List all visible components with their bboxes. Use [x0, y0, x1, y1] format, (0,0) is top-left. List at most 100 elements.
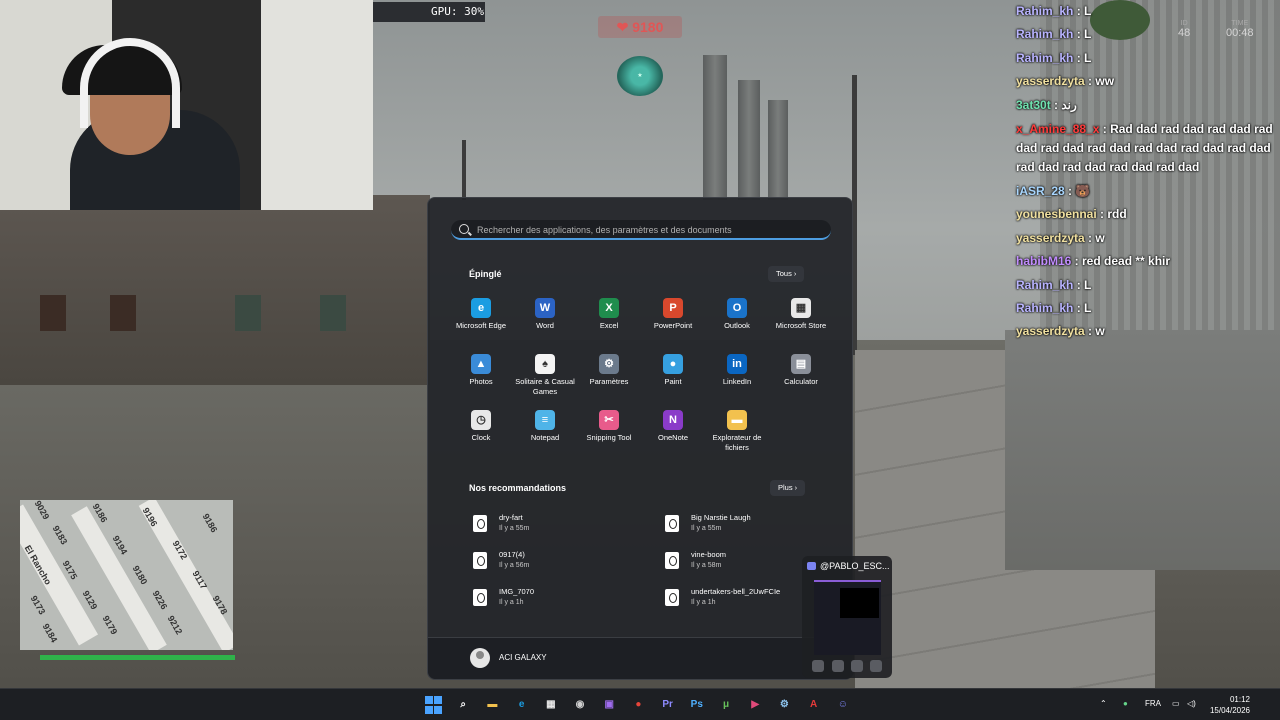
building-window — [40, 295, 66, 331]
pinned-app-label: Snipping Tool — [586, 433, 632, 442]
discord-stream-overlay[interactable]: @PABLO_ESC... — [802, 556, 892, 678]
recommended-item[interactable]: dry-fart Il y a 55m — [473, 511, 633, 541]
audio-file-icon — [473, 589, 487, 606]
all-apps-button[interactable]: Tous › — [768, 266, 805, 282]
pinned-app-label: Word — [536, 321, 554, 330]
taskbar-twitch-icon[interactable]: ▣ — [599, 695, 619, 715]
chat-text: w — [1095, 230, 1105, 245]
linkedin-icon: in — [727, 354, 747, 374]
chat-username: Rahim_kh — [1016, 277, 1074, 292]
taskbar-utorrent-icon[interactable]: μ — [716, 695, 736, 715]
taskbar-search-icon[interactable]: ⌕ — [453, 695, 473, 715]
street-lamp — [462, 140, 466, 200]
more-button[interactable]: Plus › — [770, 480, 806, 496]
network-icon[interactable]: ▭ — [1172, 699, 1180, 708]
pinned-app-explorateur-de-fichiers[interactable]: ▬ Explorateur de fichiers — [705, 410, 769, 453]
pinned-app-paint[interactable]: ● Paint — [641, 354, 705, 387]
taskbar-clock[interactable]: 01:12 15/04/2026 — [1210, 694, 1250, 716]
pinned-app-label: Excel — [599, 321, 619, 330]
minimap: 9029 9186 9196 9186 9183 9194 9172 9175 9180 9117… — [20, 500, 233, 650]
pinned-app-clock[interactable]: ◷ Clock — [449, 410, 513, 443]
camera-icon[interactable] — [812, 660, 824, 672]
tray-microphone-icon[interactable]: ● — [1123, 699, 1128, 708]
pinned-app-onenote[interactable]: N OneNote — [641, 410, 705, 443]
headset — [80, 38, 180, 128]
recommended-item[interactable]: 0917(4) Il y a 56m — [473, 548, 633, 578]
taskbar-edge-icon[interactable]: e — [512, 695, 532, 715]
chat-username: younesbennai — [1016, 207, 1097, 222]
money-counter: ❤ 9180 — [598, 16, 682, 38]
start-search-input[interactable] — [477, 222, 817, 238]
recommended-name: 0917(4) — [499, 550, 525, 559]
building-left — [0, 195, 430, 385]
start-search-box[interactable] — [451, 220, 831, 240]
pinned-app-label: Explorateur de fichiers — [712, 433, 762, 452]
taskbar-premiere-icon[interactable]: Pr — [658, 695, 678, 715]
microphone-icon[interactable] — [832, 660, 844, 672]
pinned-app-snipping-tool[interactable]: ✂ Snipping Tool — [577, 410, 641, 443]
health-bar — [40, 655, 235, 660]
tray-language[interactable]: FRA — [1145, 699, 1161, 708]
user-name[interactable]: ACI GALAXY — [499, 653, 547, 662]
headphones-icon[interactable] — [851, 660, 863, 672]
chat-message: iASR_28 : 🐻 — [1016, 180, 1280, 203]
disconnect-icon[interactable] — [870, 660, 882, 672]
taskbar-obs-icon[interactable]: ◉ — [570, 695, 590, 715]
taskbar-store-icon[interactable]: ▦ — [541, 695, 561, 715]
pinned-app-microsoft-store[interactable]: ▦ Microsoft Store — [769, 298, 833, 331]
start-footer: ACI GALAXY — [428, 637, 854, 679]
pinned-app-outlook[interactable]: O Outlook — [705, 298, 769, 331]
excel-icon: X — [599, 298, 619, 318]
taskbar-file-explorer-icon[interactable]: ▬ — [482, 695, 502, 715]
taskbar-photoshop-icon[interactable]: Ps — [687, 695, 707, 715]
taskbar-acrobat-icon[interactable]: A — [804, 695, 824, 715]
chat-username: 3at30t — [1016, 97, 1051, 112]
recommended-name: undertakers-bell_2UwFCIe — [691, 587, 781, 596]
pinned-app-calculator[interactable]: ▤ Calculator — [769, 354, 833, 387]
pinned-app-label: Microsoft Edge — [455, 321, 507, 330]
gpu-usage: GPU: 30% — [373, 2, 485, 22]
start-menu: Épinglé Tous › e Microsoft Edge W Word X Exce… — [427, 197, 854, 680]
pinned-app-microsoft-edge[interactable]: e Microsoft Edge — [449, 298, 513, 331]
recommended-item[interactable]: IMG_7070 Il y a 1h — [473, 585, 633, 615]
chat-message: Rahim_kh : L — [1016, 274, 1280, 297]
chat-separator: : — [1073, 4, 1085, 18]
tray-chevron-icon[interactable]: ⌃ — [1100, 699, 1107, 708]
pinned-app-word[interactable]: W Word — [513, 298, 577, 331]
chat-separator: : — [1099, 122, 1111, 137]
chat-message: yasserdzyta : ww — [1016, 70, 1280, 93]
pinned-app-label: Clock — [471, 433, 491, 442]
recommended-item[interactable]: undertakers-bell_2UwFCIe Il y a 1h — [665, 585, 825, 615]
pinned-app-param-tres[interactable]: ⚙ Paramètres — [577, 354, 641, 387]
calculator-icon: ▤ — [791, 354, 811, 374]
chat-username: yasserdzyta — [1016, 324, 1085, 339]
stream-chat: Rahim_kh : L Rahim_kh : L Rahim_kh : Lyass… — [1016, 0, 1280, 344]
chat-username: Rahim_kh — [1016, 50, 1074, 65]
audio-file-icon — [473, 515, 487, 532]
pinned-app-label: Photos — [469, 377, 493, 386]
user-avatar[interactable] — [470, 648, 490, 668]
audio-file-icon — [665, 515, 679, 532]
recommended-item[interactable]: vine-boom Il y a 58m — [665, 548, 825, 578]
volume-icon[interactable]: ◁) — [1187, 699, 1196, 708]
recommended-item[interactable]: Big Narstie Laugh Il y a 55m — [665, 511, 825, 541]
taskbar-media-player-icon[interactable]: ▶ — [745, 695, 765, 715]
stream-preview[interactable] — [814, 580, 881, 655]
onenote-icon: N — [663, 410, 683, 430]
pinned-app-notepad[interactable]: ≡ Notepad — [513, 410, 577, 443]
pinned-app-excel[interactable]: X Excel — [577, 298, 641, 331]
pinned-app-label: Notepad — [530, 433, 560, 442]
pinned-app-label: PowerPoint — [653, 321, 693, 330]
pinned-app-powerpoint[interactable]: P PowerPoint — [641, 298, 705, 331]
pinned-app-solitaire-casual-games[interactable]: ♠ Solitaire & Casual Games — [513, 354, 577, 397]
clock-time: 01:12 — [1229, 695, 1250, 704]
taskbar-discord-icon[interactable]: ☺ — [833, 695, 853, 715]
pinned-app-photos[interactable]: ▲ Photos — [449, 354, 513, 387]
paint-icon: ● — [663, 354, 683, 374]
taskbar-chrome-icon[interactable]: ● — [628, 695, 648, 715]
taskbar-steam-icon[interactable]: ⚙ — [774, 695, 794, 715]
chat-text: L — [1084, 4, 1092, 18]
start-button[interactable] — [424, 695, 444, 715]
pinned-app-linkedin[interactable]: in LinkedIn — [705, 354, 769, 387]
pinned-app-label: OneNote — [657, 433, 689, 442]
